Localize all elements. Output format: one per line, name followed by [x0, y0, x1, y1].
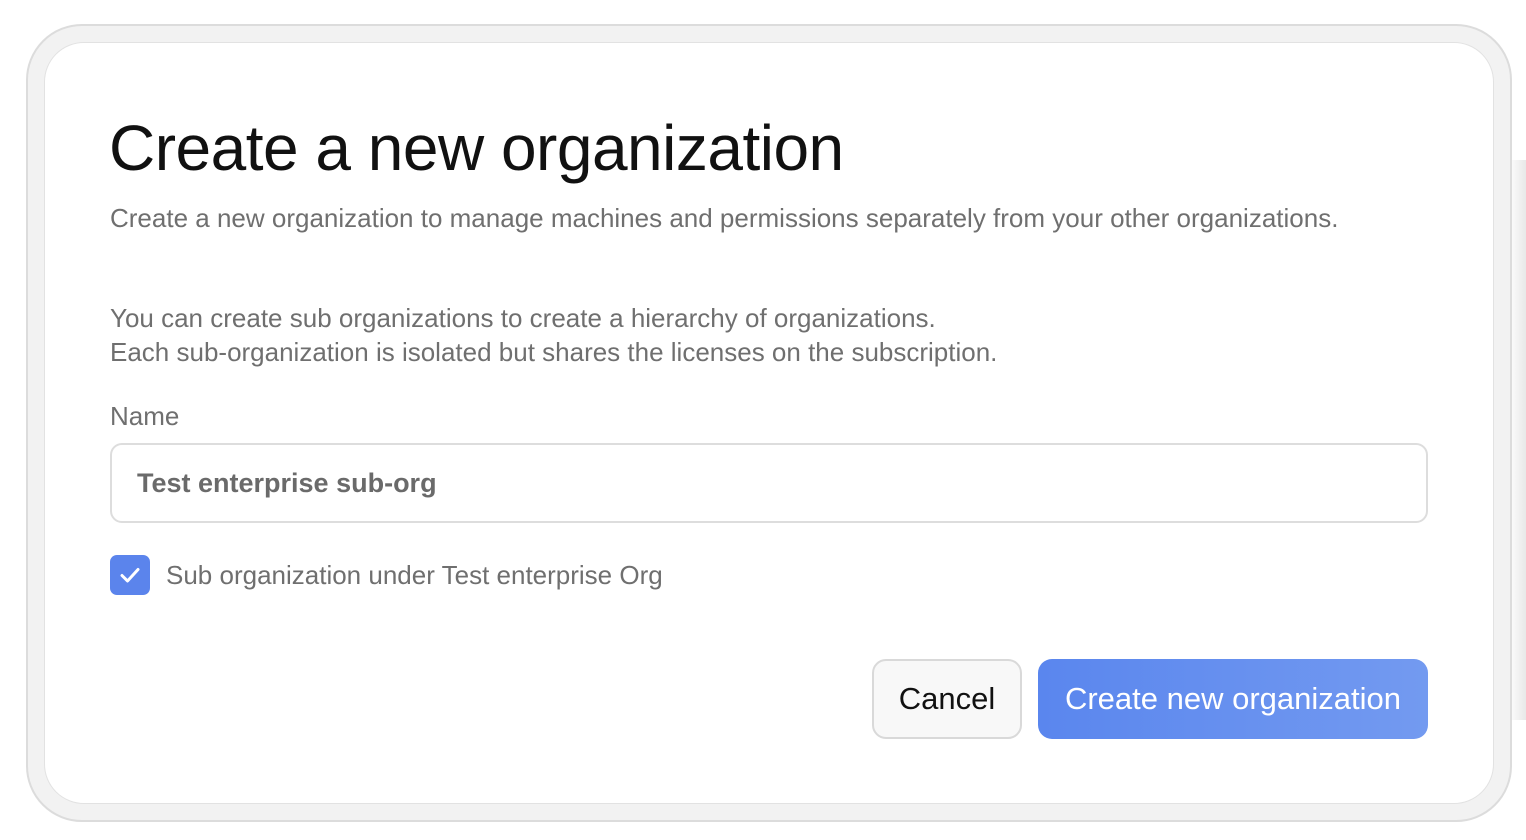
sub-org-checkbox-row[interactable]: Sub organization under Test enterprise O…: [110, 555, 663, 595]
dialog-description: Create a new organization to manage mach…: [110, 203, 1339, 233]
cancel-button[interactable]: Cancel: [872, 659, 1022, 739]
sub-org-info-line-2: Each sub-organization is isolated but sh…: [110, 337, 998, 367]
sub-org-checkbox[interactable]: [110, 555, 150, 595]
check-icon: [120, 568, 140, 583]
sub-org-info-line-1: You can create sub organizations to crea…: [110, 303, 936, 333]
organization-name-input[interactable]: [110, 443, 1428, 523]
name-label: Name: [110, 401, 180, 431]
sub-org-info: You can create sub organizations to crea…: [110, 301, 997, 369]
sub-org-checkbox-label: Sub organization under Test enterprise O…: [166, 559, 663, 590]
create-organization-button[interactable]: Create new organization: [1038, 659, 1428, 739]
dialog-title: Create a new organization: [109, 112, 844, 184]
create-organization-dialog: Create a new organization Create a new o…: [44, 42, 1494, 804]
